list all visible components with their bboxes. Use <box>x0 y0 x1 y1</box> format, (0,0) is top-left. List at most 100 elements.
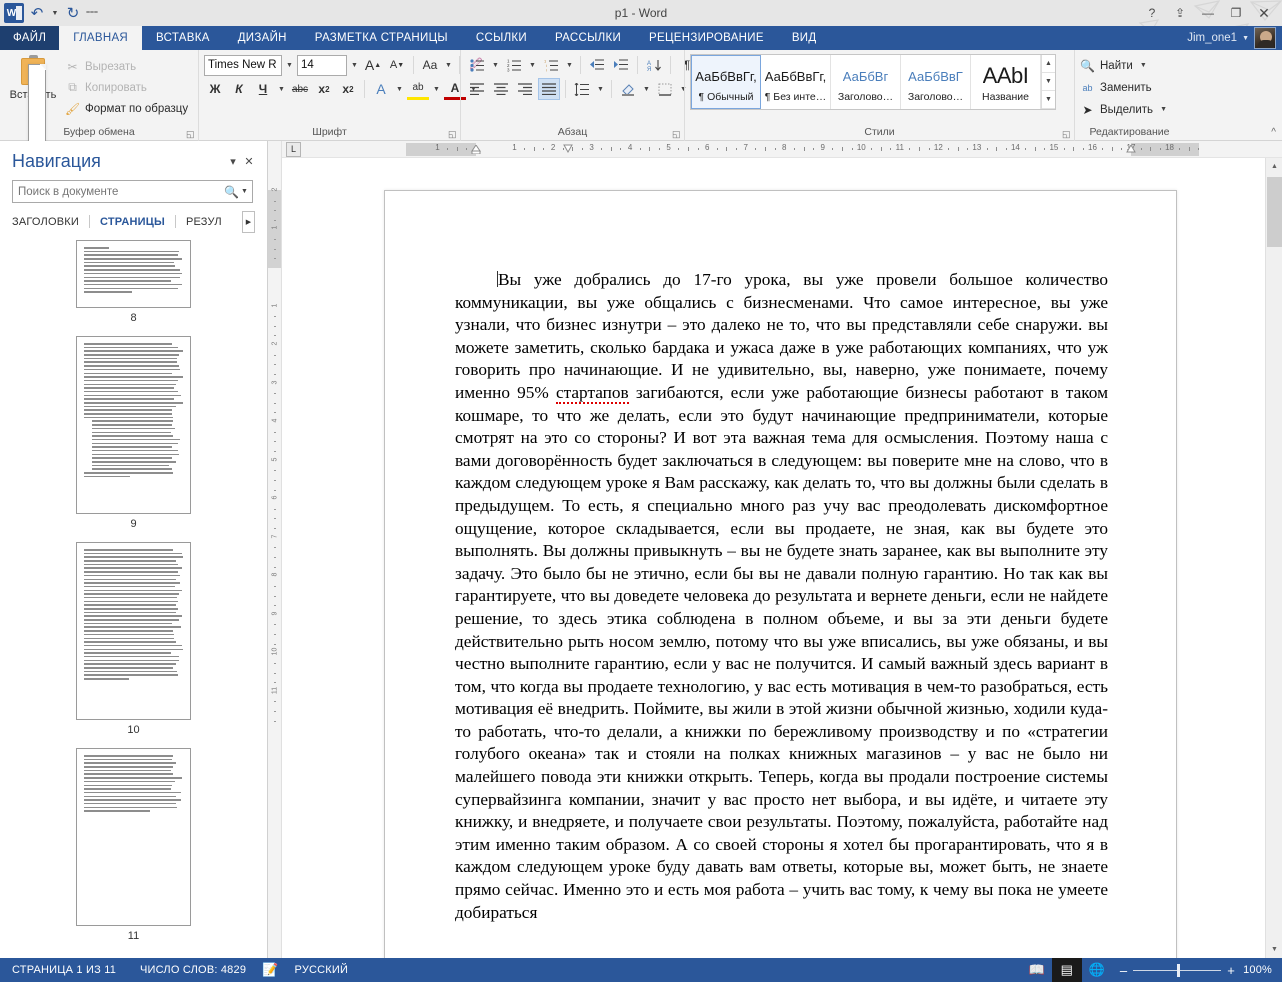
scrollbar-thumb[interactable] <box>1267 177 1282 247</box>
misspelled-word[interactable]: стартапов <box>555 382 629 404</box>
language-indicator[interactable]: РУССКИЙ <box>283 964 361 976</box>
style-item-title[interactable]: ААbІ Название <box>971 55 1041 109</box>
styles-scroll-up-icon[interactable]: ▲ <box>1042 55 1055 73</box>
avatar[interactable] <box>1254 27 1276 49</box>
page-content[interactable]: Вы уже добрались до 17-го урока, вы уже … <box>385 191 1176 924</box>
page-thumbnail-preview[interactable] <box>76 240 191 308</box>
close-icon[interactable]: ✕ <box>1250 2 1278 24</box>
scroll-down-icon[interactable]: ▼ <box>1266 941 1282 958</box>
tab-page-layout[interactable]: РАЗМЕТКА СТРАНИЦЫ <box>301 26 462 50</box>
undo-dropdown-icon[interactable]: ▼ <box>50 10 60 17</box>
find-dropdown-icon[interactable]: ▼ <box>1138 62 1149 69</box>
scroll-up-icon[interactable]: ▲ <box>1266 158 1282 175</box>
paragraph-dialog-launcher-icon[interactable]: ◱ <box>672 130 682 140</box>
redo-icon[interactable]: ↻ <box>62 2 84 24</box>
tab-review[interactable]: РЕЦЕНЗИРОВАНИЕ <box>635 26 778 50</box>
nav-tab-pages[interactable]: СТРАНИЦЫ <box>90 216 175 228</box>
highlight-color-icon[interactable]: ab <box>407 78 429 100</box>
tab-references[interactable]: ССЫЛКИ <box>462 26 541 50</box>
tab-stop-selector[interactable]: L <box>286 141 301 157</box>
page-thumbnail[interactable]: 9 <box>0 336 267 530</box>
font-name-input[interactable]: Times New R <box>204 54 282 76</box>
shading-icon[interactable] <box>617 78 639 100</box>
change-case-icon[interactable]: Aa <box>419 54 441 76</box>
align-right-icon[interactable] <box>514 78 536 100</box>
page-thumbnail-list[interactable]: 8 9 10 11 <box>0 234 267 958</box>
styles-dialog-launcher-icon[interactable]: ◱ <box>1062 130 1072 140</box>
sort-icon[interactable]: AЯ <box>643 54 665 76</box>
justify-icon[interactable] <box>538 78 560 100</box>
bold-icon[interactable]: Ж <box>204 78 226 100</box>
left-indent-marker[interactable] <box>471 143 481 157</box>
page-thumbnail-preview[interactable] <box>76 748 191 926</box>
shading-dropdown-icon[interactable]: ▼ <box>641 86 652 93</box>
first-line-indent-marker[interactable] <box>563 142 574 154</box>
style-item-no-spacing[interactable]: АаБбВвГг, ¶ Без инте… <box>761 55 831 109</box>
tab-home[interactable]: ГЛАВНАЯ <box>59 26 143 50</box>
user-account[interactable]: Jim_one1 ▼ <box>1187 27 1276 49</box>
find-button[interactable]: 🔍 Найти ▼ <box>1080 55 1149 76</box>
clipboard-dialog-launcher-icon[interactable]: ◱ <box>186 130 196 140</box>
styles-more-icon[interactable]: ▼ <box>1042 91 1055 109</box>
numbering-dropdown-icon[interactable]: ▼ <box>527 62 538 69</box>
page-indicator[interactable]: СТРАНИЦА 1 ИЗ 11 <box>0 964 128 976</box>
customize-qat-icon[interactable]: ⩶ <box>86 9 98 17</box>
paste-button[interactable]: Вставить ▼ <box>5 53 61 982</box>
read-mode-icon[interactable]: 📖 <box>1022 958 1052 982</box>
nav-tabs-more-icon[interactable]: ▶ <box>242 211 255 233</box>
page-thumbnail-preview[interactable] <box>76 542 191 720</box>
style-item-heading-1[interactable]: АаБбВг Заголово… <box>831 55 901 109</box>
ribbon-display-options-icon[interactable]: ⇪ <box>1166 2 1194 24</box>
align-center-icon[interactable] <box>490 78 512 100</box>
copy-button[interactable]: ⧉ Копировать <box>65 78 188 97</box>
help-icon[interactable]: ? <box>1138 2 1166 24</box>
nav-tab-results[interactable]: РЕЗУЛ <box>176 216 232 228</box>
change-case-dropdown-icon[interactable]: ▼ <box>443 62 454 69</box>
page-thumbnail[interactable]: 10 <box>0 542 267 736</box>
tab-insert[interactable]: ВСТАВКА <box>142 26 224 50</box>
tab-view[interactable]: ВИД <box>778 26 831 50</box>
font-size-input[interactable]: 14 <box>297 54 347 76</box>
page-thumbnail[interactable]: 11 <box>0 748 267 942</box>
user-dropdown-icon[interactable]: ▼ <box>1242 35 1249 42</box>
search-input-wrapper[interactable]: 🔍 ▼ <box>12 180 253 203</box>
grow-font-icon[interactable]: A ▲ <box>362 54 384 76</box>
borders-icon[interactable] <box>654 78 676 100</box>
minimize-icon[interactable]: — <box>1194 2 1222 24</box>
collapse-ribbon-icon[interactable]: ^ <box>1271 127 1276 138</box>
zoom-out-icon[interactable]: – <box>1120 963 1127 978</box>
ruler-measurements[interactable]: 1123456789101112131415161718 <box>304 141 1282 158</box>
italic-icon[interactable]: К <box>228 78 250 100</box>
underline-icon[interactable]: Ч <box>252 78 274 100</box>
print-layout-icon[interactable]: ▤ <box>1051 958 1082 982</box>
zoom-level[interactable]: 100% <box>1243 964 1282 976</box>
replace-button[interactable]: ab Заменить <box>1080 77 1151 98</box>
zoom-thumb[interactable] <box>1177 963 1181 977</box>
bullets-icon[interactable] <box>466 54 488 76</box>
zoom-track[interactable] <box>1133 963 1222 977</box>
shrink-font-icon[interactable]: A ▼ <box>386 54 408 76</box>
tab-mailings[interactable]: РАССЫЛКИ <box>541 26 635 50</box>
multilevel-dropdown-icon[interactable]: ▼ <box>564 62 575 69</box>
navigation-close-icon[interactable]: ✕ <box>241 154 257 170</box>
line-spacing-dropdown-icon[interactable]: ▼ <box>595 86 606 93</box>
styles-scroll-down-icon[interactable]: ▼ <box>1042 73 1055 91</box>
page-thumbnail-preview[interactable] <box>76 336 191 514</box>
style-item-normal[interactable]: АаБбВвГг, ¶ Обычный <box>691 55 761 109</box>
multilevel-list-icon[interactable]: 1ii <box>540 54 562 76</box>
page-thumbnail[interactable]: 8 <box>0 240 267 324</box>
document-canvas[interactable]: Вы уже добрались до 17-го урока, вы уже … <box>282 158 1282 958</box>
navigation-options-icon[interactable]: ▾ <box>225 154 241 170</box>
superscript-icon[interactable]: x2 <box>337 78 359 100</box>
undo-icon[interactable]: ↶ <box>26 2 48 24</box>
search-input[interactable] <box>18 185 224 198</box>
tab-design[interactable]: ДИЗАЙН <box>224 26 301 50</box>
web-layout-icon[interactable]: 🌐 <box>1082 958 1112 982</box>
strikethrough-icon[interactable]: abc <box>289 78 311 100</box>
document-paragraph[interactable]: Вы уже добрались до 17-го урока, вы уже … <box>455 269 1108 924</box>
align-left-icon[interactable] <box>466 78 488 100</box>
increase-indent-icon[interactable] <box>610 54 632 76</box>
cut-button[interactable]: ✂ Вырезать <box>65 57 188 76</box>
restore-icon[interactable]: ❐ <box>1222 2 1250 24</box>
font-name-dropdown-icon[interactable]: ▼ <box>284 62 295 69</box>
